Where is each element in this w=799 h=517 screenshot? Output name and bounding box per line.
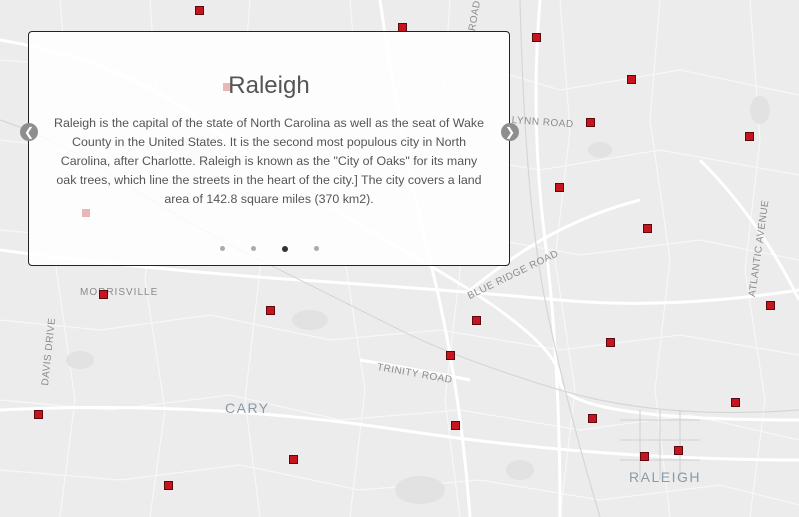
map-label-cary: CARY — [225, 400, 270, 416]
next-slide-button[interactable]: ❯ — [501, 123, 519, 141]
location-marker-icon[interactable] — [627, 75, 636, 84]
location-marker-icon[interactable] — [266, 306, 275, 315]
slide-dot-2[interactable] — [250, 246, 256, 252]
location-marker-icon[interactable] — [674, 446, 683, 455]
location-marker-icon[interactable] — [766, 301, 775, 310]
prev-slide-button[interactable]: ❮ — [20, 123, 38, 141]
location-marker-icon[interactable] — [745, 132, 754, 141]
faint-marker — [82, 209, 90, 217]
location-marker-icon[interactable] — [446, 351, 455, 360]
location-marker-icon[interactable] — [289, 455, 298, 464]
location-marker-icon[interactable] — [195, 6, 204, 15]
location-marker-icon[interactable] — [34, 410, 43, 419]
location-marker-icon[interactable] — [532, 33, 541, 42]
map-label-morrisville: MORRISVILLE — [80, 287, 159, 298]
location-marker-icon[interactable] — [640, 452, 649, 461]
info-popup: Raleigh Raleigh is the capital of the st… — [28, 31, 510, 266]
location-marker-icon[interactable] — [606, 338, 615, 347]
chevron-left-icon: ❮ — [23, 125, 35, 139]
popup-title: Raleigh — [228, 72, 310, 99]
location-marker-icon[interactable] — [731, 398, 740, 407]
popup-description: Raleigh is the capital of the state of N… — [54, 116, 484, 206]
location-marker-icon[interactable] — [472, 316, 481, 325]
slide-dot-3[interactable] — [281, 245, 288, 252]
location-marker-icon[interactable] — [588, 414, 597, 423]
location-marker-icon[interactable] — [643, 224, 652, 233]
location-marker-icon[interactable] — [586, 118, 595, 127]
map-label-raleigh: RALEIGH — [629, 469, 701, 485]
chevron-right-icon: ❯ — [504, 125, 516, 139]
slide-dot-4[interactable] — [313, 246, 319, 252]
location-marker-icon[interactable] — [164, 481, 173, 490]
location-marker-icon[interactable] — [99, 290, 108, 299]
slide-indicators — [29, 240, 509, 252]
location-marker-icon[interactable] — [451, 421, 460, 430]
slide-dot-1[interactable] — [219, 246, 225, 252]
location-marker-icon[interactable] — [555, 183, 564, 192]
